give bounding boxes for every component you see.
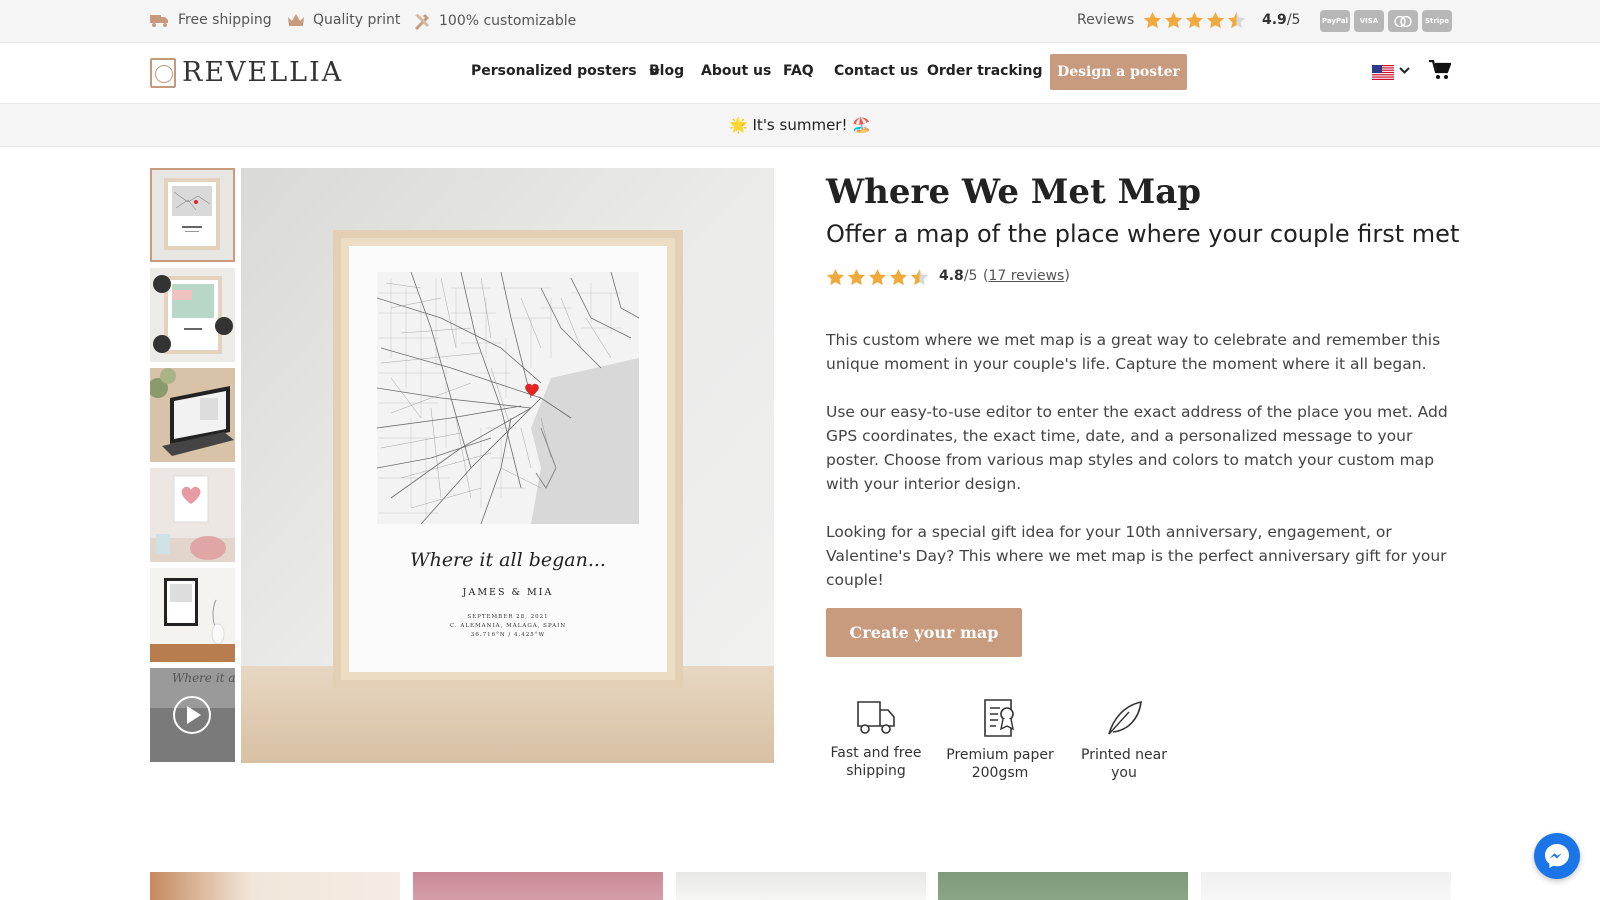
star-icon [889, 268, 908, 286]
poster-date: SEPTEMBER 28, 2021 [467, 614, 548, 620]
mastercard-icon [1388, 10, 1418, 32]
nav-blog[interactable]: Blog [649, 63, 684, 79]
thumbnail-heart-poster[interactable] [150, 468, 235, 562]
visa-icon: VISA [1354, 10, 1384, 32]
description-paragraph-2: Use our easy-to-use editor to enter the … [826, 403, 1448, 493]
star-icon [826, 268, 845, 286]
create-map-button[interactable]: Create your map [826, 608, 1022, 657]
feature-paper: Premium paper 200gsm [945, 698, 1055, 782]
nav-about-us[interactable]: About us [701, 63, 771, 79]
feature-label: Premium paper 200gsm [946, 747, 1054, 781]
nav-contact-us[interactable]: Contact us [834, 63, 918, 79]
nav-faq[interactable]: FAQ [783, 63, 814, 79]
thumbnail-video[interactable]: Where it all be [150, 668, 235, 762]
design-poster-button[interactable]: Design a poster [1050, 54, 1187, 90]
nav-order-tracking[interactable]: Order tracking [927, 63, 1043, 79]
star-icon [1227, 11, 1246, 29]
gallery-tile-3[interactable] [676, 872, 926, 900]
logo-text: REVELLIA [182, 57, 344, 88]
thumbnail-framed-map[interactable] [150, 168, 235, 262]
paypal-icon: PayPal [1320, 10, 1350, 32]
product-rating: 4.8/5 [939, 268, 978, 284]
star-icon [847, 268, 866, 286]
crown-icon [288, 14, 304, 26]
tools-icon [415, 14, 429, 30]
nav-label: Personalized posters [471, 63, 637, 79]
perk-label: 100% customizable [439, 13, 577, 29]
poster-script-line: Where it all began... [410, 549, 606, 571]
perk-free-shipping: Free shipping [150, 12, 272, 28]
feather-leaf-icon [1108, 700, 1142, 735]
product-title: Where We Met Map [826, 172, 1202, 212]
top-info-bar: Free shipping Quality print 100% customi… [0, 0, 1600, 43]
star-icon [1206, 11, 1225, 29]
truck-icon [150, 15, 168, 27]
poster-place: C. ALEMANIA, MÁLAGA, SPAIN [450, 622, 566, 629]
reviews-link[interactable]: Reviews [1077, 12, 1134, 28]
main-header: REVELLIA Personalized posters Blog About… [0, 43, 1600, 104]
nav-personalized-posters[interactable]: Personalized posters [471, 63, 661, 79]
thumbnail-laptop-editor[interactable] [150, 368, 235, 462]
messenger-icon [1545, 844, 1569, 868]
logo-mark-icon [150, 57, 176, 88]
us-flag-icon[interactable] [1372, 65, 1394, 80]
perk-quality-print: Quality print [287, 12, 400, 28]
site-logo[interactable]: REVELLIA [150, 57, 343, 88]
feature-label: Printed near you [1081, 747, 1167, 781]
main-product-image[interactable]: Where it all began... JAMES & MIA SEPTEM… [241, 168, 774, 763]
product-subtitle: Offer a map of the place where your coup… [826, 220, 1460, 248]
poster-names: JAMES & MIA [462, 587, 554, 598]
poster-coords: 36.716°N / 4.425°W [471, 632, 545, 638]
gallery-tile-1[interactable] [150, 872, 400, 900]
perk-customizable: 100% customizable [413, 12, 576, 30]
star-icon [910, 268, 929, 286]
thumbnail-black-frame[interactable] [150, 568, 235, 662]
delivery-truck-icon [857, 701, 895, 734]
product-reviews: (17 reviews) [983, 268, 1070, 284]
gallery-tile-4[interactable] [938, 872, 1188, 900]
feature-printed-local: Printed near you [1069, 698, 1179, 782]
perk-label: Free shipping [178, 12, 272, 28]
messenger-chat-button[interactable] [1534, 833, 1580, 879]
svg-text:Where it all be: Where it all be [172, 671, 235, 685]
site-rating-stars [1143, 11, 1248, 30]
feature-label: Fast and free shipping [830, 745, 922, 779]
gallery-tile-5[interactable] [1201, 872, 1451, 900]
star-icon [1143, 11, 1162, 29]
language-chevron-icon[interactable] [1399, 67, 1410, 74]
description-paragraph-1: This custom where we met map is a great … [826, 331, 1441, 373]
certificate-paper-icon [984, 699, 1014, 737]
promo-banner: 🌟 It's summer! 🏖️ [0, 104, 1600, 147]
site-rating: 4.9/5 [1262, 12, 1301, 28]
stripe-icon: Stripe [1422, 10, 1452, 32]
thumbnail-map-badges[interactable] [150, 268, 235, 362]
reviews-count-link[interactable]: 17 reviews [988, 268, 1064, 284]
star-icon [1185, 11, 1204, 29]
feature-shipping: Fast and free shipping [821, 698, 931, 780]
star-icon [1164, 11, 1183, 29]
description-paragraph-3: Looking for a special gift idea for your… [826, 523, 1447, 589]
gallery-tile-2[interactable] [413, 872, 663, 900]
perk-label: Quality print [313, 12, 401, 28]
cart-icon[interactable] [1429, 60, 1451, 80]
star-icon [868, 268, 887, 286]
product-rating-stars [826, 268, 931, 287]
